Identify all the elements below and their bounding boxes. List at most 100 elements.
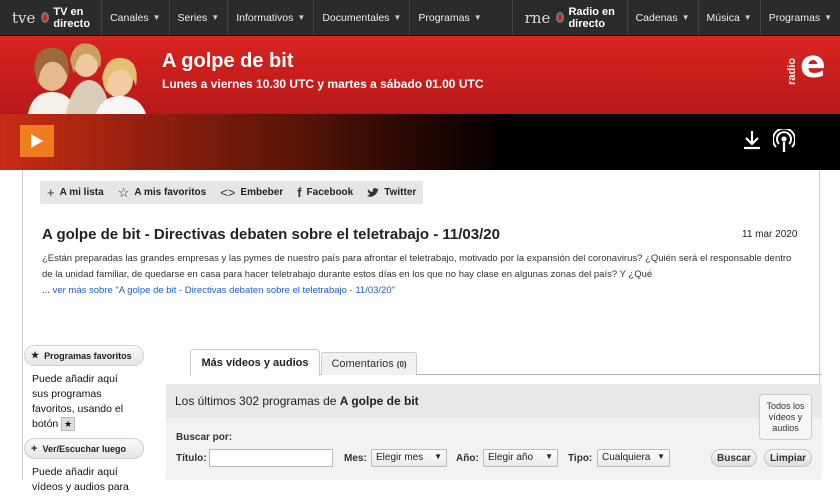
title-input[interactable] <box>209 449 333 467</box>
play-button[interactable] <box>20 125 54 157</box>
podcast-icon[interactable] <box>773 129 795 153</box>
type-select[interactable]: Cualquiera ▼ <box>597 449 670 467</box>
search-label: Buscar por: <box>176 432 233 443</box>
menu-label: Cadenas <box>635 11 678 24</box>
results-title: Los últimos 302 programas de A golpe de … <box>175 394 419 408</box>
add-to-list-button[interactable]: + A mi lista <box>40 185 111 200</box>
results-prefix: Los últimos 302 programas de <box>175 394 337 408</box>
chevron-down-icon: ▼ <box>824 13 832 22</box>
chevron-down-icon: ▼ <box>657 452 665 461</box>
menu-label: Informativos <box>236 11 294 24</box>
year-select[interactable]: Elegir año ▼ <box>483 449 558 467</box>
embed-label: Embeber <box>240 187 284 198</box>
year-select-value: Elegir año <box>488 452 534 463</box>
title-field-label: Título: <box>176 453 207 464</box>
chevron-down-icon: ▼ <box>473 13 482 22</box>
star-icon: ☆ <box>117 184 130 200</box>
menu-documentales[interactable]: Documentales ▼ <box>313 0 409 35</box>
episode-description: ¿Están preparadas las grandes empresas y… <box>42 251 802 299</box>
tve-logo: tve <box>12 8 36 27</box>
chevron-down-icon: ▼ <box>297 13 306 22</box>
menu-informativos[interactable]: Informativos ▼ <box>227 0 313 35</box>
rne-live-label: Radio en directo <box>568 5 615 30</box>
plus-icon: + <box>31 442 38 455</box>
menu-series[interactable]: Series ▼ <box>168 0 228 35</box>
comments-count: (0) <box>396 359 407 369</box>
star-icon: ★ <box>31 350 40 360</box>
watch-later-header-label: Ver/Escuchar luego <box>42 443 126 454</box>
program-title: A golpe de bit <box>162 50 294 72</box>
menu-label: Documentales <box>322 11 390 24</box>
user-sidebar: ★ Programas favoritos Puede añadir aquí s… <box>24 345 144 501</box>
favorites-help-text: Puede añadir aquí sus programas favorito… <box>32 373 124 430</box>
rne-logo: rne <box>524 8 551 27</box>
tve-live-label: TV en directo <box>53 5 91 30</box>
type-select-value: Cualquiera <box>602 452 651 463</box>
clear-button[interactable]: Limpiar <box>764 449 812 467</box>
favorites-help: Puede añadir aquí sus programas favorito… <box>24 366 144 438</box>
tab-comments[interactable]: Comentarios (0) <box>321 352 417 375</box>
menu-label: Programas <box>768 11 821 24</box>
year-field-label: Año: <box>456 453 479 464</box>
add-to-favorites-button[interactable]: ☆ A mis favoritos <box>111 185 214 201</box>
favorites-header-label: Programas favoritos <box>44 350 132 361</box>
menu-cadenas[interactable]: Cadenas ▼ <box>626 0 698 35</box>
episode-date: 11 mar 2020 <box>742 229 798 240</box>
read-more-link[interactable]: ver más sobre "A golpe de bit - Directiv… <box>53 285 395 296</box>
description-text: ¿Están preparadas las grandes empresas y… <box>42 253 792 280</box>
watch-later-header[interactable]: + Ver/Escuchar luego <box>24 438 144 459</box>
chevron-down-icon: ▼ <box>211 13 220 22</box>
tab-label: Comentarios <box>331 358 394 370</box>
radio-logo-letter: e <box>800 42 826 86</box>
tve-live-link[interactable]: tve TV en directo <box>0 0 101 35</box>
tab-label: Más vídeos y audios <box>201 357 309 369</box>
live-dot-icon <box>556 12 565 23</box>
menu-musica[interactable]: Música ▼ <box>697 0 760 35</box>
chevron-down-icon: ▼ <box>393 13 402 22</box>
add-to-list-label: A mi lista <box>59 187 104 198</box>
add-to-favorites-label: A mis favoritos <box>134 187 207 198</box>
presenters-photo <box>28 43 146 114</box>
menu-label: Programas <box>418 11 470 24</box>
month-select[interactable]: Elegir mes ▼ <box>371 449 447 467</box>
code-icon: <> <box>220 185 236 200</box>
tab-more-videos[interactable]: Más vídeos y audios <box>190 349 320 376</box>
menu-programas-tve[interactable]: Programas ▼ <box>409 0 489 35</box>
program-schedule: Lunes a viernes 10.30 UTC y martes a sáb… <box>162 77 484 91</box>
search-button[interactable]: Buscar <box>711 449 757 467</box>
content-tabs: Más vídeos y audios Comentarios (0) <box>190 349 822 376</box>
facebook-button[interactable]: f Facebook <box>290 185 360 200</box>
type-field-label: Tipo: <box>568 453 593 464</box>
program-header: A golpe de bit Lunes a viernes 10.30 UTC… <box>0 36 840 114</box>
description-ellipsis: ... <box>42 285 50 296</box>
play-icon <box>31 134 43 148</box>
menu-programas-rne[interactable]: Programas ▼ <box>759 0 840 35</box>
menu-canales[interactable]: Canales ▼ <box>101 0 168 35</box>
download-icon[interactable] <box>742 130 762 150</box>
menu-label: Canales <box>110 11 149 24</box>
rne-live-link[interactable]: rne Radio en directo <box>511 0 627 35</box>
month-field-label: Mes: <box>344 453 367 464</box>
share-toolbar: + A mi lista ☆ A mis favoritos <> Embeber f… <box>40 181 424 204</box>
menu-label: Series <box>177 11 208 24</box>
all-videos-button[interactable]: Todos los vídeos y audios <box>759 394 812 440</box>
embed-button[interactable]: <> Embeber <box>213 185 290 200</box>
twitter-icon <box>367 187 380 197</box>
live-dot-icon <box>41 12 50 23</box>
plus-icon: + <box>47 185 55 200</box>
results-program: A golpe de bit <box>339 394 419 408</box>
facebook-label: Facebook <box>306 187 354 198</box>
facebook-icon: f <box>297 185 302 200</box>
favorites-header[interactable]: ★ Programas favoritos <box>24 345 144 366</box>
twitter-label: Twitter <box>384 187 417 198</box>
radio-logo-text: radio <box>786 58 798 85</box>
watch-later-help: Puede añadir aquí vídeos y audios para <box>32 466 129 493</box>
chevron-down-icon: ▼ <box>681 13 690 22</box>
audio-player <box>0 114 840 170</box>
menu-label: Música <box>706 11 740 24</box>
twitter-button[interactable]: Twitter <box>360 187 423 198</box>
star-icon: ★ <box>61 417 76 432</box>
chevron-down-icon: ▼ <box>743 13 752 22</box>
episode-title: A golpe de bit - Directivas debaten sobr… <box>42 226 500 243</box>
